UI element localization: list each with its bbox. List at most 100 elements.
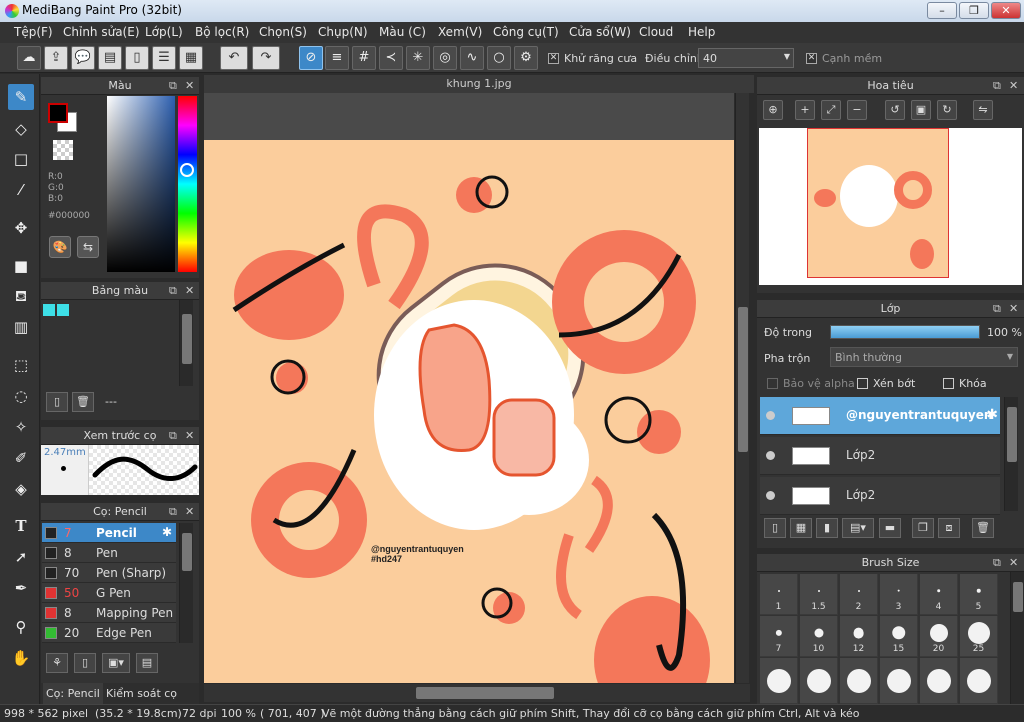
magic-wand-icon[interactable]: ✧ xyxy=(8,414,34,440)
brush-size-cell[interactable] xyxy=(760,658,798,704)
new-layer-icon[interactable]: ▯ xyxy=(764,518,786,538)
popout-icon[interactable]: ⧉ xyxy=(169,282,177,300)
brush-size-cell[interactable]: 1 xyxy=(760,574,798,615)
popout-icon[interactable]: ⧉ xyxy=(169,503,177,521)
flip-icon[interactable]: ⇋ xyxy=(973,100,993,120)
palette-swatch[interactable] xyxy=(43,304,55,316)
brush-size-cell[interactable] xyxy=(920,658,958,704)
undo-icon[interactable]: ↶ xyxy=(220,46,248,70)
brush-size-cell[interactable]: 15 xyxy=(880,616,918,657)
popout-icon[interactable]: ⧉ xyxy=(169,77,177,95)
menu-cloud[interactable]: Cloud xyxy=(639,25,673,39)
menu-file[interactable]: Tệp(F) xyxy=(14,25,53,39)
document-tab[interactable]: khung 1.jpg xyxy=(204,75,754,93)
menu-window[interactable]: Cửa sổ(W) xyxy=(569,25,631,39)
smooth-checkbox[interactable]: ✕ xyxy=(806,53,817,64)
brush-size-cell[interactable]: 25 xyxy=(960,616,998,657)
close-icon[interactable]: ✕ xyxy=(185,503,194,521)
comment-icon[interactable]: ▤ xyxy=(98,46,122,70)
duplicate-layer-icon[interactable]: ❐ xyxy=(912,518,934,538)
brush-size-cell[interactable] xyxy=(800,658,838,704)
brush-size-cell[interactable]: 3 xyxy=(880,574,918,615)
brush-item-pencil[interactable]: 7 Pencil ✱ xyxy=(42,523,176,543)
circle-snap-icon[interactable]: ○ xyxy=(487,46,511,70)
brush-item-mapping-pen[interactable]: 8 Mapping Pen xyxy=(42,603,176,623)
menu-color[interactable]: Màu (C) xyxy=(379,25,426,39)
export-icon[interactable]: ⇪ xyxy=(44,46,68,70)
eyedropper-alt-icon[interactable]: ⚲ xyxy=(8,614,34,640)
menu-layer[interactable]: Lớp(L) xyxy=(145,25,183,39)
opacity-slider[interactable] xyxy=(830,325,980,339)
brush-item-pen-sharp[interactable]: 70 Pen (Sharp) xyxy=(42,563,176,583)
lasso-icon[interactable]: ◌ xyxy=(8,383,34,409)
layer-scrollbar[interactable] xyxy=(1004,397,1018,511)
layer-row[interactable]: @nguyentrantuquyen ✱ xyxy=(760,397,1000,435)
scroll-thumb[interactable] xyxy=(738,307,748,452)
brush-settings-icon[interactable]: ▤ xyxy=(136,653,158,673)
scroll-thumb[interactable] xyxy=(416,687,554,699)
add-layer-menu-icon[interactable]: ▤▾ xyxy=(842,518,874,538)
scroll-thumb[interactable] xyxy=(182,314,192,364)
adjust-field[interactable]: 40 ▼ xyxy=(698,48,794,68)
transparent-color[interactable] xyxy=(53,140,73,160)
fit-window-icon[interactable]: ⤢ xyxy=(821,100,841,120)
operation-icon[interactable]: ➚ xyxy=(8,544,34,570)
brush-size-cell[interactable]: 5 xyxy=(960,574,998,615)
brush-size-cell[interactable] xyxy=(960,658,998,704)
antialias-checkbox[interactable]: ✕ xyxy=(548,53,559,64)
close-button[interactable]: ✕ xyxy=(991,2,1021,19)
gradient-icon[interactable]: ▥ xyxy=(8,314,34,340)
palette-icon[interactable]: 🎨 xyxy=(49,236,71,258)
text-icon[interactable]: T xyxy=(8,513,34,539)
eraser-icon[interactable]: ◇ xyxy=(8,116,34,142)
eyedropper-icon[interactable]: ✒ xyxy=(8,575,34,601)
hue-handle[interactable] xyxy=(180,163,194,177)
eye-icon[interactable] xyxy=(766,411,775,420)
menu-tools[interactable]: Công cụ(T) xyxy=(493,25,559,39)
palette-scrollbar[interactable] xyxy=(179,300,193,386)
tab-brush[interactable]: Cọ: Pencil xyxy=(43,683,103,704)
select-pen-icon[interactable]: ✐ xyxy=(8,445,34,471)
menu-help[interactable]: Help xyxy=(688,25,715,39)
page-icon[interactable]: ▯ xyxy=(125,46,149,70)
hue-slider[interactable] xyxy=(178,96,197,272)
close-icon[interactable]: ✕ xyxy=(1009,77,1018,95)
snap-settings-icon[interactable]: ⚙ xyxy=(514,46,538,70)
brush-item-g-pen[interactable]: 50 G Pen xyxy=(42,583,176,603)
parallel-snap-icon[interactable]: ≡ xyxy=(325,46,349,70)
popout-icon[interactable]: ⧉ xyxy=(993,77,1001,95)
new-page-icon[interactable]: ▯ xyxy=(46,392,68,412)
scroll-thumb[interactable] xyxy=(1007,407,1017,462)
speech-bubble-icon[interactable]: 💬 xyxy=(71,46,95,70)
brush-size-cell[interactable] xyxy=(840,658,878,704)
canvas-artwork[interactable]: @nguyentrantuquyen #hd247 xyxy=(204,140,734,683)
scroll-thumb[interactable] xyxy=(1013,582,1023,612)
color-swap-icon[interactable]: ⇆ xyxy=(77,236,99,258)
maximize-button[interactable]: ❐ xyxy=(959,2,989,19)
minimize-button[interactable]: – xyxy=(927,2,957,19)
popout-icon[interactable]: ⧉ xyxy=(993,554,1001,572)
brush-icon[interactable]: ✎ xyxy=(8,84,34,110)
grid-snap-icon[interactable]: # xyxy=(352,46,376,70)
zoom-fit-icon[interactable]: ⊕ xyxy=(763,100,783,120)
brush-item-edge-pen[interactable]: 20 Edge Pen xyxy=(42,623,176,643)
eye-icon[interactable] xyxy=(766,451,775,460)
saturation-value-picker[interactable] xyxy=(107,96,175,272)
vanishing-snap-icon[interactable]: ≺ xyxy=(379,46,403,70)
select-eraser-icon[interactable]: ◈ xyxy=(8,476,34,502)
no-snap-icon[interactable]: ⊘ xyxy=(299,46,323,70)
menu-capture[interactable]: Chụp(N) xyxy=(318,25,368,39)
scroll-thumb[interactable] xyxy=(182,533,192,571)
rotate-right-icon[interactable]: ↻ xyxy=(937,100,957,120)
menu-filter[interactable]: Bộ lọc(R) xyxy=(195,25,249,39)
layers-list-icon[interactable]: ☰ xyxy=(152,46,176,70)
close-icon[interactable]: ✕ xyxy=(1009,300,1018,318)
merge-down-icon[interactable]: ⧈ xyxy=(938,518,960,538)
layer-row[interactable]: Lớp2 xyxy=(760,437,1000,475)
gear-icon[interactable]: ✱ xyxy=(986,407,998,423)
new-halftone-layer-icon[interactable]: ▦ xyxy=(790,518,812,538)
rotate-left-icon[interactable]: ↺ xyxy=(885,100,905,120)
brush-size-cell[interactable]: 2 xyxy=(840,574,878,615)
palette-swatch[interactable] xyxy=(57,304,69,316)
close-icon[interactable]: ✕ xyxy=(1009,554,1018,572)
